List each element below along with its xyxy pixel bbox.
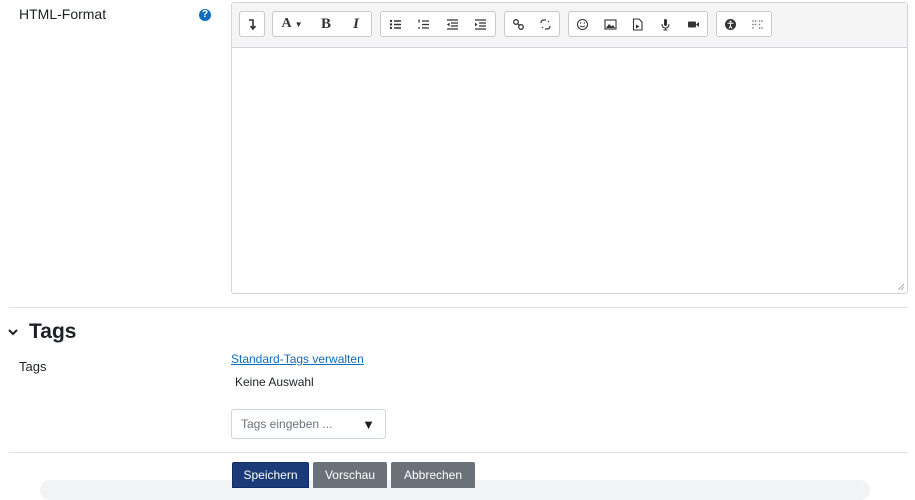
video-camera-icon [687,21,699,27]
indent-button[interactable] [467,12,496,36]
toolbar-group-links [504,11,560,37]
record-audio-button[interactable] [652,12,680,36]
italic-button[interactable]: I [341,12,371,36]
question-circle-icon[interactable]: ? [199,9,211,21]
tags-section-toggle[interactable]: Tags [7,320,76,344]
unordered-list-icon [389,19,401,29]
no-selection-text: Keine Auswahl [235,375,314,389]
media-button[interactable] [624,12,652,36]
tags-section-title: Tags [29,320,77,343]
record-video-button[interactable] [679,12,707,36]
toolbar-group-accessibility [716,11,772,37]
accessibility-icon [725,18,736,30]
paragraph-style-button[interactable]: A ▼ [273,12,311,36]
outdent-button[interactable] [438,12,467,36]
image-button[interactable] [597,12,625,36]
tags-input[interactable]: Tags eingeben ... ▼ [231,409,386,439]
manage-standard-tags-link[interactable]: Standard-Tags verwalten [231,352,364,366]
emoji-button[interactable] [569,12,597,36]
toolbar-group-lists [380,11,496,37]
toolbar-group-collapse [239,11,265,37]
file-media-icon [633,17,644,31]
microphone-icon [661,18,670,30]
html-editor[interactable]: A ▼ B I [231,2,908,294]
smiley-icon [577,18,589,30]
collapse-toolbar-button[interactable] [240,12,264,36]
outdent-icon [446,18,458,30]
toolbar-group-style: A ▼ B I [272,11,372,37]
toolbar-group-media [568,11,708,37]
indent-icon [475,18,487,30]
ordered-list-icon [418,19,430,29]
bold-button[interactable]: B [311,12,341,36]
dropdown-arrow-icon[interactable]: ▼ [362,417,375,432]
unlink-icon [540,18,551,30]
unlink-button[interactable] [532,12,559,36]
arrow-down-icon [248,18,256,30]
braille-icon [752,19,763,29]
cancel-button[interactable]: Abbrechen [391,462,475,488]
editor-toolbar: A ▼ B I [232,3,907,48]
tags-input-placeholder: Tags eingeben ... [241,417,333,431]
footer-divider [9,452,908,453]
save-button[interactable]: Speichern [232,462,309,488]
format-field-label: HTML-Format [19,6,107,22]
section-divider [9,307,908,308]
preview-button[interactable]: Vorschau [313,462,387,488]
resize-handle-icon[interactable] [897,283,905,291]
image-icon [604,18,617,30]
link-icon [513,18,524,30]
accessibility-checker-button[interactable] [717,12,744,36]
chevron-down-icon [8,329,18,336]
ordered-list-button[interactable] [410,12,439,36]
link-button[interactable] [505,12,532,36]
screenreader-helper-button[interactable] [744,12,771,36]
tags-field-label: Tags [19,359,47,374]
unordered-list-button[interactable] [381,12,410,36]
